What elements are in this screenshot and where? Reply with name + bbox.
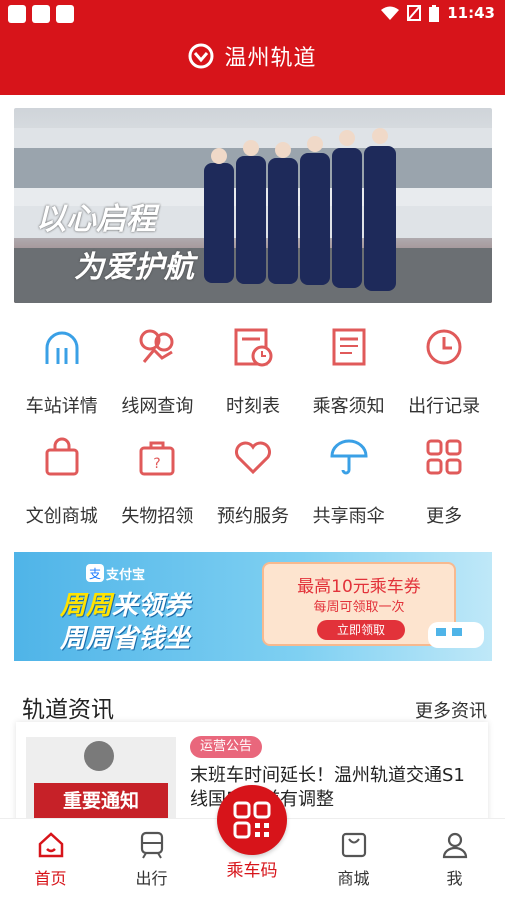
notification-icon	[56, 5, 74, 23]
tab-label: 我	[446, 869, 463, 888]
promo-headline-2: 周周省钱坐	[60, 624, 191, 654]
grid-label: 乘客须知	[312, 396, 385, 417]
station-icon	[45, 331, 79, 364]
grid-item-mall[interactable]: 文创商城	[14, 428, 110, 538]
notification-icons	[8, 5, 74, 23]
umbrella-icon	[330, 439, 368, 475]
news-section-title: 轨道资讯	[22, 697, 114, 723]
grid-label: 车站详情	[25, 396, 98, 417]
grid-label: 出行记录	[408, 396, 481, 417]
metro-logo-icon	[188, 43, 214, 69]
svg-text:支: 支	[89, 567, 101, 581]
page-title: 温州轨道	[224, 46, 317, 71]
status-bar: 11:43	[0, 0, 505, 28]
tab-label: 商城	[337, 869, 370, 888]
grid-label: 共享雨伞	[312, 506, 385, 527]
grid-label: 失物招领	[121, 506, 194, 527]
claim-button[interactable]: 立即领取	[317, 620, 405, 640]
tab-me[interactable]: 我	[404, 819, 505, 900]
alipay-logo-icon: 支	[86, 564, 104, 582]
grid-label: 更多	[426, 506, 463, 527]
signal-off-icon	[407, 5, 422, 21]
clock-icon	[426, 329, 462, 365]
tab-home[interactable]: 首页	[0, 819, 101, 900]
train-illustration	[428, 622, 484, 648]
more-news-link[interactable]: 更多资讯	[415, 697, 487, 723]
grid-item-reservation[interactable]: 预约服务	[205, 428, 301, 538]
train-icon	[140, 831, 163, 859]
alipay-label: 支付宝	[106, 568, 146, 583]
grid-item-network[interactable]: 线网查询	[110, 318, 206, 428]
user-icon	[442, 832, 467, 859]
wifi-icon	[381, 6, 400, 20]
grid-item-station[interactable]: 车站详情	[14, 318, 110, 428]
coupon-subtitle: 每周可领取一次	[313, 600, 405, 615]
notification-icon	[8, 5, 26, 23]
more-grid-icon	[426, 439, 462, 475]
grid-label: 文创商城	[25, 506, 98, 527]
notice-icon	[332, 328, 366, 366]
grid-item-more[interactable]: 更多	[396, 428, 492, 538]
tab-label: 首页	[34, 869, 67, 888]
grid-item-umbrella[interactable]: 共享雨伞	[301, 428, 397, 538]
grid-label: 时刻表	[225, 396, 280, 417]
system-status: 11:43	[381, 4, 495, 22]
network-icon	[139, 329, 174, 363]
battery-icon	[429, 4, 440, 22]
shopping-bag-icon	[45, 437, 79, 476]
clock-time: 11:43	[447, 4, 495, 22]
tab-mall[interactable]: 商城	[303, 819, 404, 900]
tab-travel[interactable]: 出行	[101, 819, 202, 900]
home-icon	[38, 832, 63, 858]
coupon-title: 最高10元乘车券	[297, 577, 421, 597]
app-header: 11:43 温州轨道	[0, 0, 505, 95]
timetable-icon	[234, 328, 273, 367]
promo-banner[interactable]: 支 支付宝 周周来领券 周周省钱坐 最高10元乘车券 每周可领取一次 立即领取	[14, 552, 492, 661]
pin-icon	[84, 741, 114, 771]
thumbnail-text: 重要通知	[34, 783, 168, 819]
lost-found-icon: ?	[139, 441, 175, 476]
shopping-bag-icon	[341, 832, 366, 858]
grid-item-history[interactable]: 出行记录	[396, 318, 492, 428]
ride-qr-label[interactable]: 乘车码	[217, 856, 287, 881]
function-grid: 车站详情 线网查询 时刻表 乘客须知 出行记录 文创商城 ? 失物招领 预约服务…	[14, 318, 492, 538]
grid-item-timetable[interactable]: 时刻表	[205, 318, 301, 428]
grid-item-notice[interactable]: 乘客须知	[301, 318, 397, 428]
ride-qr-button[interactable]	[217, 785, 287, 855]
banner-slogan-2: 为爱护航	[74, 250, 194, 285]
tab-label: 出行	[135, 869, 168, 888]
news-tag: 运营公告	[190, 736, 263, 758]
qr-code-icon	[233, 801, 271, 839]
grid-item-lost-found[interactable]: ? 失物招领	[110, 428, 206, 538]
svg-text:?: ?	[154, 456, 161, 472]
grid-label: 线网查询	[121, 396, 194, 417]
hero-banner[interactable]: 以心启程 为爱护航	[14, 108, 492, 303]
grid-label: 预约服务	[216, 506, 289, 527]
banner-slogan-1: 以心启程	[36, 202, 156, 237]
promo-headline-1: 周周来领券	[60, 591, 191, 621]
heart-icon	[234, 441, 271, 475]
notification-icon	[32, 5, 50, 23]
